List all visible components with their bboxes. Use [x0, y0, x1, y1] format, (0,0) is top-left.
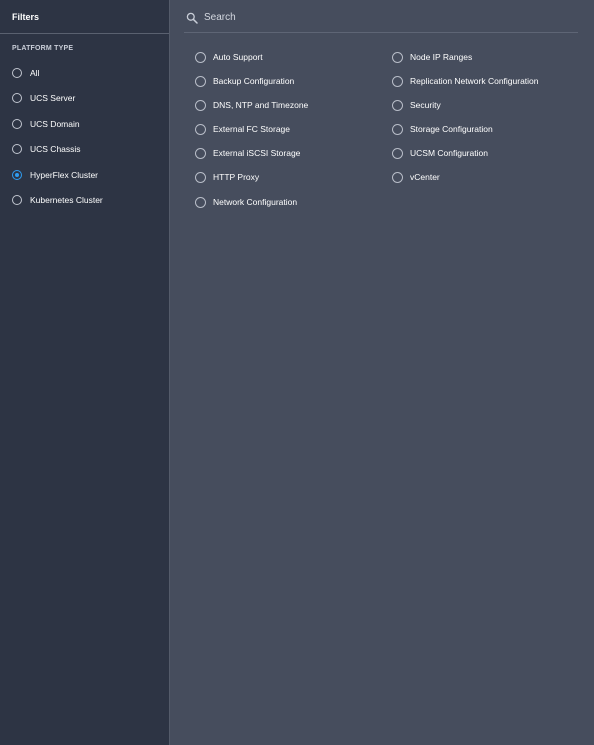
radio-button[interactable]	[12, 144, 22, 154]
platform-option-label: Kubernetes Cluster	[30, 195, 103, 205]
option-label: DNS, NTP and Timezone	[213, 100, 309, 110]
radio-button[interactable]	[195, 51, 206, 63]
option-external-fc-storage[interactable]: External FC Storage	[195, 122, 290, 136]
option-label: Replication Network Configuration	[410, 76, 539, 86]
option-label: HTTP Proxy	[213, 172, 260, 182]
platform-option-all[interactable]: All	[12, 66, 39, 80]
platform-option-label: UCS Server	[30, 93, 76, 103]
option-storage-configuration[interactable]: Storage Configuration	[392, 122, 493, 136]
radio-button[interactable]	[392, 99, 403, 111]
option-label: Security	[410, 100, 441, 110]
option-external-iscsi-storage[interactable]: External iSCSI Storage	[195, 146, 300, 160]
filters-sidebar: Filters PLATFORM TYPE All UCS Server UCS…	[0, 0, 170, 745]
radio-button[interactable]	[12, 119, 22, 129]
option-backup-configuration[interactable]: Backup Configuration	[195, 74, 294, 88]
sidebar-divider	[0, 33, 169, 34]
option-security[interactable]: Security	[392, 98, 441, 112]
radio-button[interactable]	[12, 68, 22, 78]
platform-option-ucs-server[interactable]: UCS Server	[12, 91, 75, 105]
radio-button[interactable]	[392, 171, 403, 183]
option-label: Node IP Ranges	[410, 52, 473, 62]
option-replication-network-configuration[interactable]: Replication Network Configuration	[392, 74, 539, 88]
platform-option-label: HyperFlex Cluster	[30, 170, 99, 180]
option-label: Network Configuration	[213, 197, 298, 207]
search-bar	[184, 8, 578, 33]
option-label: Storage Configuration	[410, 124, 493, 134]
platform-option-label: UCS Chassis	[30, 144, 81, 154]
radio-button[interactable]	[195, 196, 206, 208]
search-icon	[186, 12, 198, 24]
option-auto-support[interactable]: Auto Support	[195, 50, 263, 64]
option-ucsm-configuration[interactable]: UCSM Configuration	[392, 146, 488, 160]
option-network-configuration[interactable]: Network Configuration	[195, 195, 297, 209]
option-dns-ntp-timezone[interactable]: DNS, NTP and Timezone	[195, 98, 308, 112]
option-http-proxy[interactable]: HTTP Proxy	[195, 170, 259, 184]
platform-type-label: PLATFORM TYPE	[12, 45, 74, 52]
option-label: UCSM Configuration	[410, 148, 488, 158]
option-vcenter[interactable]: vCenter	[392, 170, 440, 184]
radio-button[interactable]	[195, 171, 206, 183]
radio-button[interactable]	[12, 195, 22, 205]
option-label: Auto Support	[213, 52, 263, 62]
option-label: vCenter	[410, 172, 440, 182]
radio-button[interactable]	[195, 147, 206, 159]
platform-option-label: All	[30, 68, 40, 78]
platform-option-kubernetes-cluster[interactable]: Kubernetes Cluster	[12, 193, 103, 207]
radio-button[interactable]	[392, 123, 403, 135]
radio-button-selected[interactable]	[12, 170, 22, 180]
option-node-ip-ranges[interactable]: Node IP Ranges	[392, 50, 472, 64]
radio-button[interactable]	[195, 123, 206, 135]
radio-button[interactable]	[392, 147, 403, 159]
filters-title: Filters	[12, 12, 40, 22]
option-label: Backup Configuration	[213, 76, 295, 86]
platform-option-label: UCS Domain	[30, 119, 80, 129]
platform-option-hyperflex-cluster[interactable]: HyperFlex Cluster	[12, 168, 98, 182]
radio-button[interactable]	[392, 75, 403, 87]
platform-option-ucs-chassis[interactable]: UCS Chassis	[12, 142, 81, 156]
radio-button[interactable]	[392, 51, 403, 63]
policy-filter-panel: Filters PLATFORM TYPE All UCS Server UCS…	[0, 0, 594, 745]
radio-button[interactable]	[195, 99, 206, 111]
option-label: External iSCSI Storage	[213, 148, 301, 158]
radio-button[interactable]	[12, 93, 22, 103]
option-label: External FC Storage	[213, 124, 291, 134]
platform-option-ucs-domain[interactable]: UCS Domain	[12, 117, 80, 131]
radio-button[interactable]	[195, 75, 206, 87]
search-input[interactable]	[204, 9, 564, 25]
